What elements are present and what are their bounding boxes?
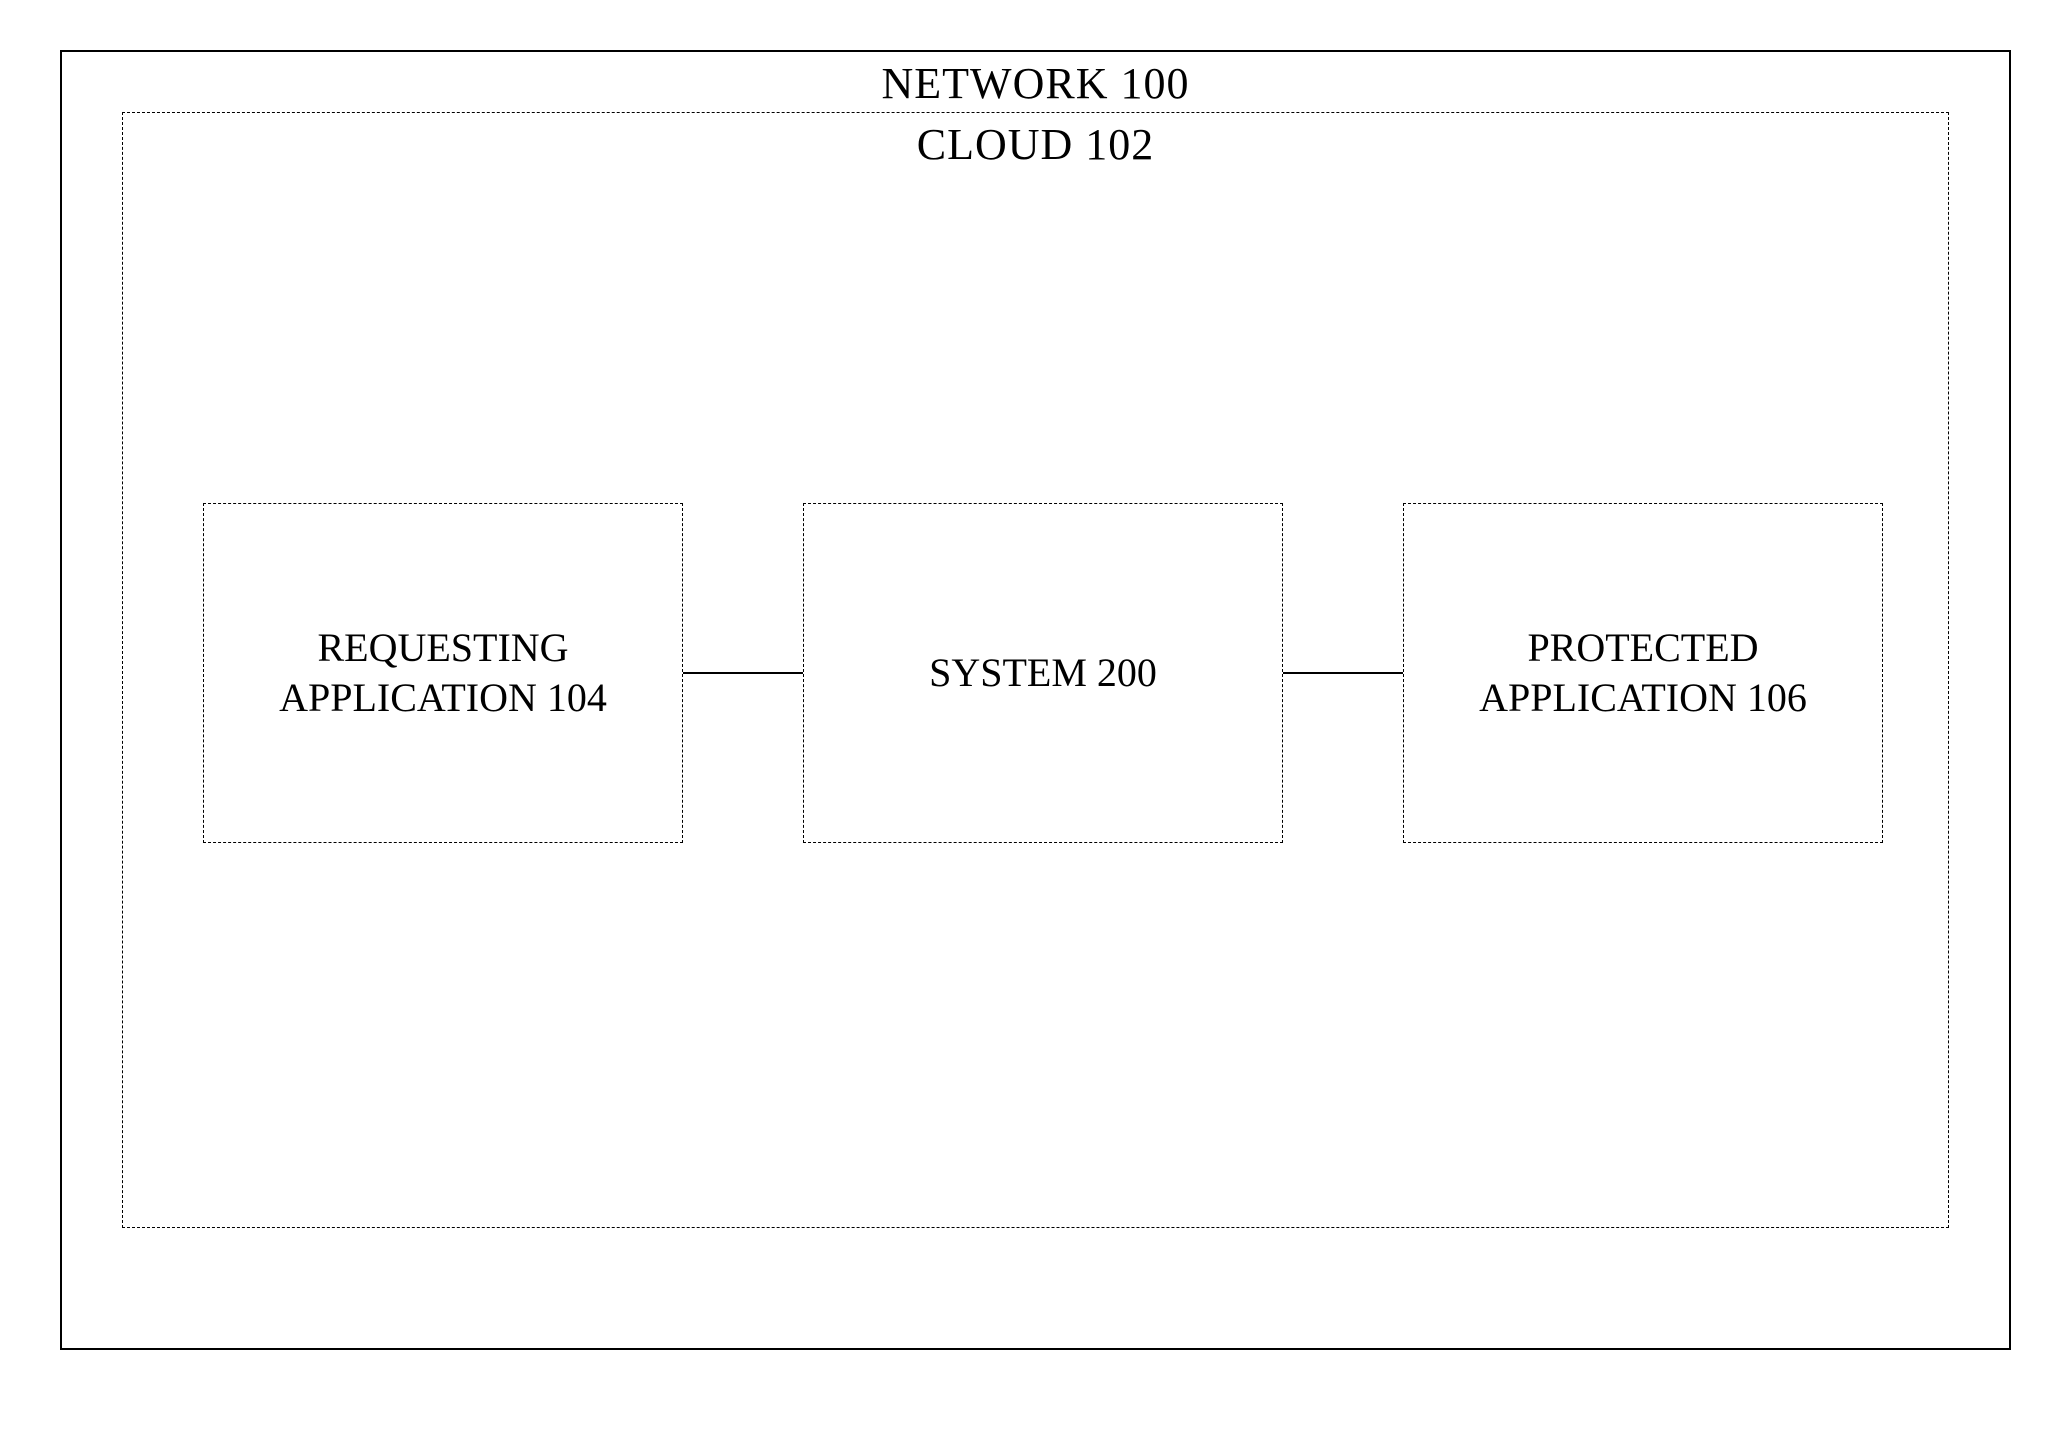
system-box: SYSTEM 200: [803, 503, 1283, 843]
protected-application-label-line1: PROTECTED: [1527, 623, 1758, 673]
requesting-application-box: REQUESTING APPLICATION 104: [203, 503, 683, 843]
network-box: NETWORK 100 CLOUD 102 REQUESTING APPLICA…: [60, 50, 2011, 1350]
protected-application-label-line2: APPLICATION 106: [1479, 673, 1807, 723]
connector-left: [683, 672, 803, 674]
cloud-box: CLOUD 102 REQUESTING APPLICATION 104 SYS…: [122, 112, 1949, 1228]
network-title: NETWORK 100: [62, 58, 2009, 109]
connector-right: [1283, 672, 1403, 674]
system-label: SYSTEM 200: [929, 648, 1157, 698]
cloud-title: CLOUD 102: [123, 119, 1948, 170]
requesting-application-label-line1: REQUESTING: [317, 623, 568, 673]
diagram-canvas: NETWORK 100 CLOUD 102 REQUESTING APPLICA…: [0, 0, 2071, 1443]
requesting-application-label-line2: APPLICATION 104: [279, 673, 607, 723]
protected-application-box: PROTECTED APPLICATION 106: [1403, 503, 1883, 843]
